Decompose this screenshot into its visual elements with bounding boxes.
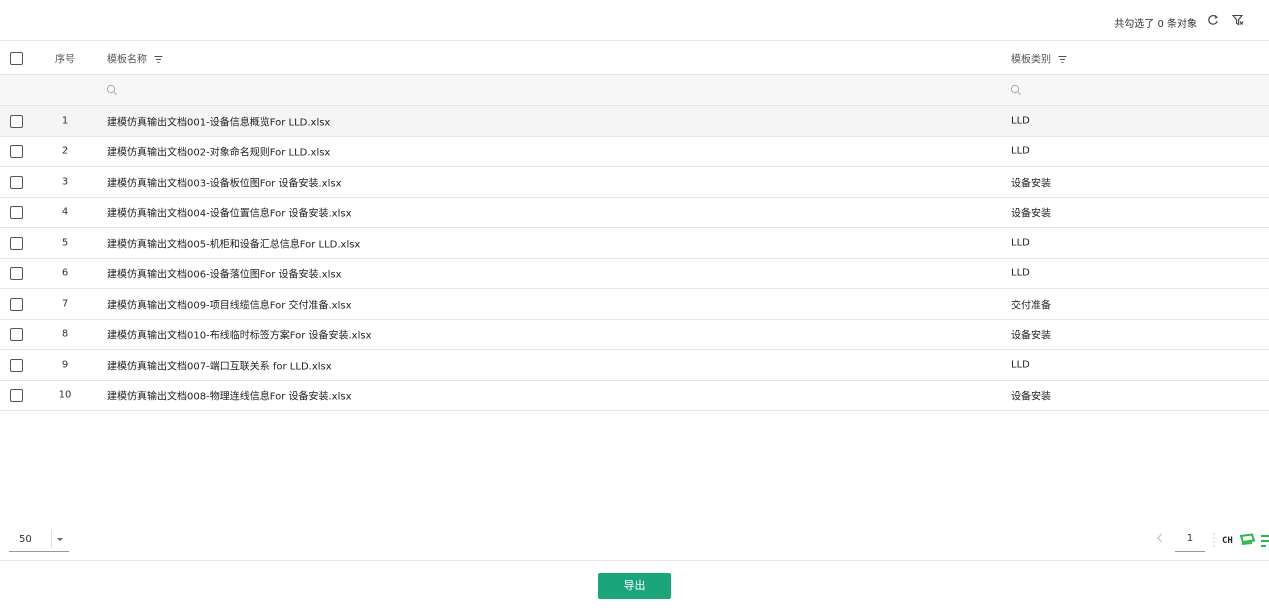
row-template-name: 建模仿真输出文档007-端口互联关系 for LLD.xlsx <box>107 361 332 373</box>
dialog-footer: 导出 <box>0 560 1269 613</box>
row-index: 2 <box>61 145 69 157</box>
row-checkbox[interactable] <box>10 358 23 372</box>
table-row[interactable]: 1 建模仿真输出文档001-设备信息概览For LLD.xlsx LLD <box>0 106 1269 137</box>
row-template-name: 建模仿真输出文档005-机柜和设备汇总信息For LLD.xlsx <box>107 239 361 251</box>
column-header-name-label: 模板名称 <box>107 54 147 65</box>
row-template-type: 交付准备 <box>1011 300 1051 312</box>
row-template-type: LLD <box>1011 359 1030 371</box>
table-header-row: 序号 模板名称 模板类别 <box>0 41 1269 75</box>
column-filter-icon[interactable] <box>154 55 163 63</box>
divider <box>51 530 52 548</box>
row-template-type: LLD <box>1011 145 1030 157</box>
table-row[interactable]: 8 建模仿真输出文档010-布线临时标签方案For 设备安装.xlsx 设备安装 <box>0 320 1269 350</box>
row-index: 5 <box>61 237 69 249</box>
table-toolbar: 共勾选了 0 条对象 <box>0 0 1269 41</box>
search-icon[interactable] <box>106 84 118 96</box>
table-row[interactable]: 7 建模仿真输出文档009-项目线缆信息For 交付准备.xlsx 交付准备 <box>0 289 1269 320</box>
row-checkbox[interactable] <box>10 267 23 281</box>
row-checkbox[interactable] <box>10 328 23 342</box>
refresh-icon[interactable] <box>1206 13 1220 27</box>
row-checkbox[interactable] <box>10 175 23 189</box>
page-size-value: 50 <box>19 534 32 545</box>
ime-logo-icon[interactable] <box>1239 533 1256 548</box>
row-template-type: 设备安装 <box>1011 330 1051 342</box>
page-number-input[interactable]: 1 <box>1175 527 1205 552</box>
row-template-type: LLD <box>1011 115 1030 127</box>
row-index: 1 <box>61 115 69 127</box>
row-template-type: 设备安装 <box>1011 391 1051 403</box>
row-template-name: 建模仿真输出文档008-物理连线信息For 设备安装.xlsx <box>107 391 352 403</box>
select-all-checkbox[interactable] <box>10 51 23 65</box>
search-icon[interactable] <box>1010 84 1022 96</box>
row-index: 4 <box>61 206 69 218</box>
row-template-type: LLD <box>1011 267 1030 279</box>
drag-handle-icon[interactable] <box>1212 532 1216 548</box>
row-index: 6 <box>61 267 69 279</box>
row-index: 10 <box>58 389 72 401</box>
row-template-name: 建模仿真输出文档006-设备落位图For 设备安装.xlsx <box>107 269 342 281</box>
export-button[interactable]: 导出 <box>598 573 671 599</box>
selection-count: 共勾选了 0 条对象 <box>1114 19 1197 30</box>
row-checkbox[interactable] <box>10 236 23 250</box>
row-template-name: 建模仿真输出文档010-布线临时标签方案For 设备安装.xlsx <box>107 330 372 342</box>
row-template-name: 建模仿真输出文档009-项目线缆信息For 交付准备.xlsx <box>107 300 352 312</box>
row-template-type: 设备安装 <box>1011 178 1051 190</box>
column-filter-icon[interactable] <box>1058 55 1067 63</box>
row-template-type: LLD <box>1011 237 1030 249</box>
table-row[interactable]: 3 建模仿真输出文档003-设备板位图For 设备安装.xlsx 设备安装 <box>0 167 1269 198</box>
row-checkbox[interactable] <box>10 297 23 311</box>
filter-clear-icon[interactable] <box>1231 13 1245 27</box>
row-template-type: 设备安装 <box>1011 208 1051 220</box>
row-index: 9 <box>61 359 69 371</box>
column-header-index: 序号 <box>55 54 75 65</box>
chevron-down-icon[interactable] <box>56 537 64 542</box>
table-row[interactable]: 5 建模仿真输出文档005-机柜和设备汇总信息For LLD.xlsx LLD <box>0 228 1269 259</box>
prev-page-icon[interactable] <box>1155 532 1165 544</box>
table-row[interactable]: 10 建模仿真输出文档008-物理连线信息For 设备安装.xlsx 设备安装 <box>0 381 1269 411</box>
row-checkbox[interactable] <box>10 114 23 128</box>
row-checkbox[interactable] <box>10 206 23 220</box>
row-template-name: 建模仿真输出文档004-设备位置信息For 设备安装.xlsx <box>107 208 352 220</box>
template-table: 序号 模板名称 模板类别 1 建模仿真输出文档001-设备信息概览For LLD… <box>0 41 1269 411</box>
table-row[interactable]: 9 建模仿真输出文档007-端口互联关系 for LLD.xlsx LLD <box>0 350 1269 381</box>
column-header-type[interactable]: 模板类别 <box>1011 50 1067 65</box>
table-row[interactable]: 6 建模仿真输出文档006-设备落位图For 设备安装.xlsx LLD <box>0 259 1269 289</box>
table-row[interactable]: 4 建模仿真输出文档004-设备位置信息For 设备安装.xlsx 设备安装 <box>0 198 1269 228</box>
row-index: 8 <box>61 328 69 340</box>
row-index: 3 <box>61 176 69 188</box>
ime-menu-icon[interactable] <box>1260 533 1269 548</box>
table-search-row <box>0 75 1269 106</box>
table-row[interactable]: 2 建模仿真输出文档002-对象命名规则For LLD.xlsx LLD <box>0 137 1269 167</box>
ime-mode-label[interactable]: CH <box>1222 536 1233 546</box>
row-checkbox[interactable] <box>10 145 23 159</box>
page-size-select[interactable]: 50 <box>9 527 69 552</box>
row-template-name: 建模仿真输出文档002-对象命名规则For LLD.xlsx <box>107 147 331 159</box>
row-template-name: 建模仿真输出文档001-设备信息概览For LLD.xlsx <box>107 117 331 129</box>
row-checkbox[interactable] <box>10 389 23 403</box>
column-header-name[interactable]: 模板名称 <box>107 50 163 65</box>
column-header-type-label: 模板类别 <box>1011 54 1051 65</box>
row-index: 7 <box>61 298 69 310</box>
row-template-name: 建模仿真输出文档003-设备板位图For 设备安装.xlsx <box>107 178 342 190</box>
